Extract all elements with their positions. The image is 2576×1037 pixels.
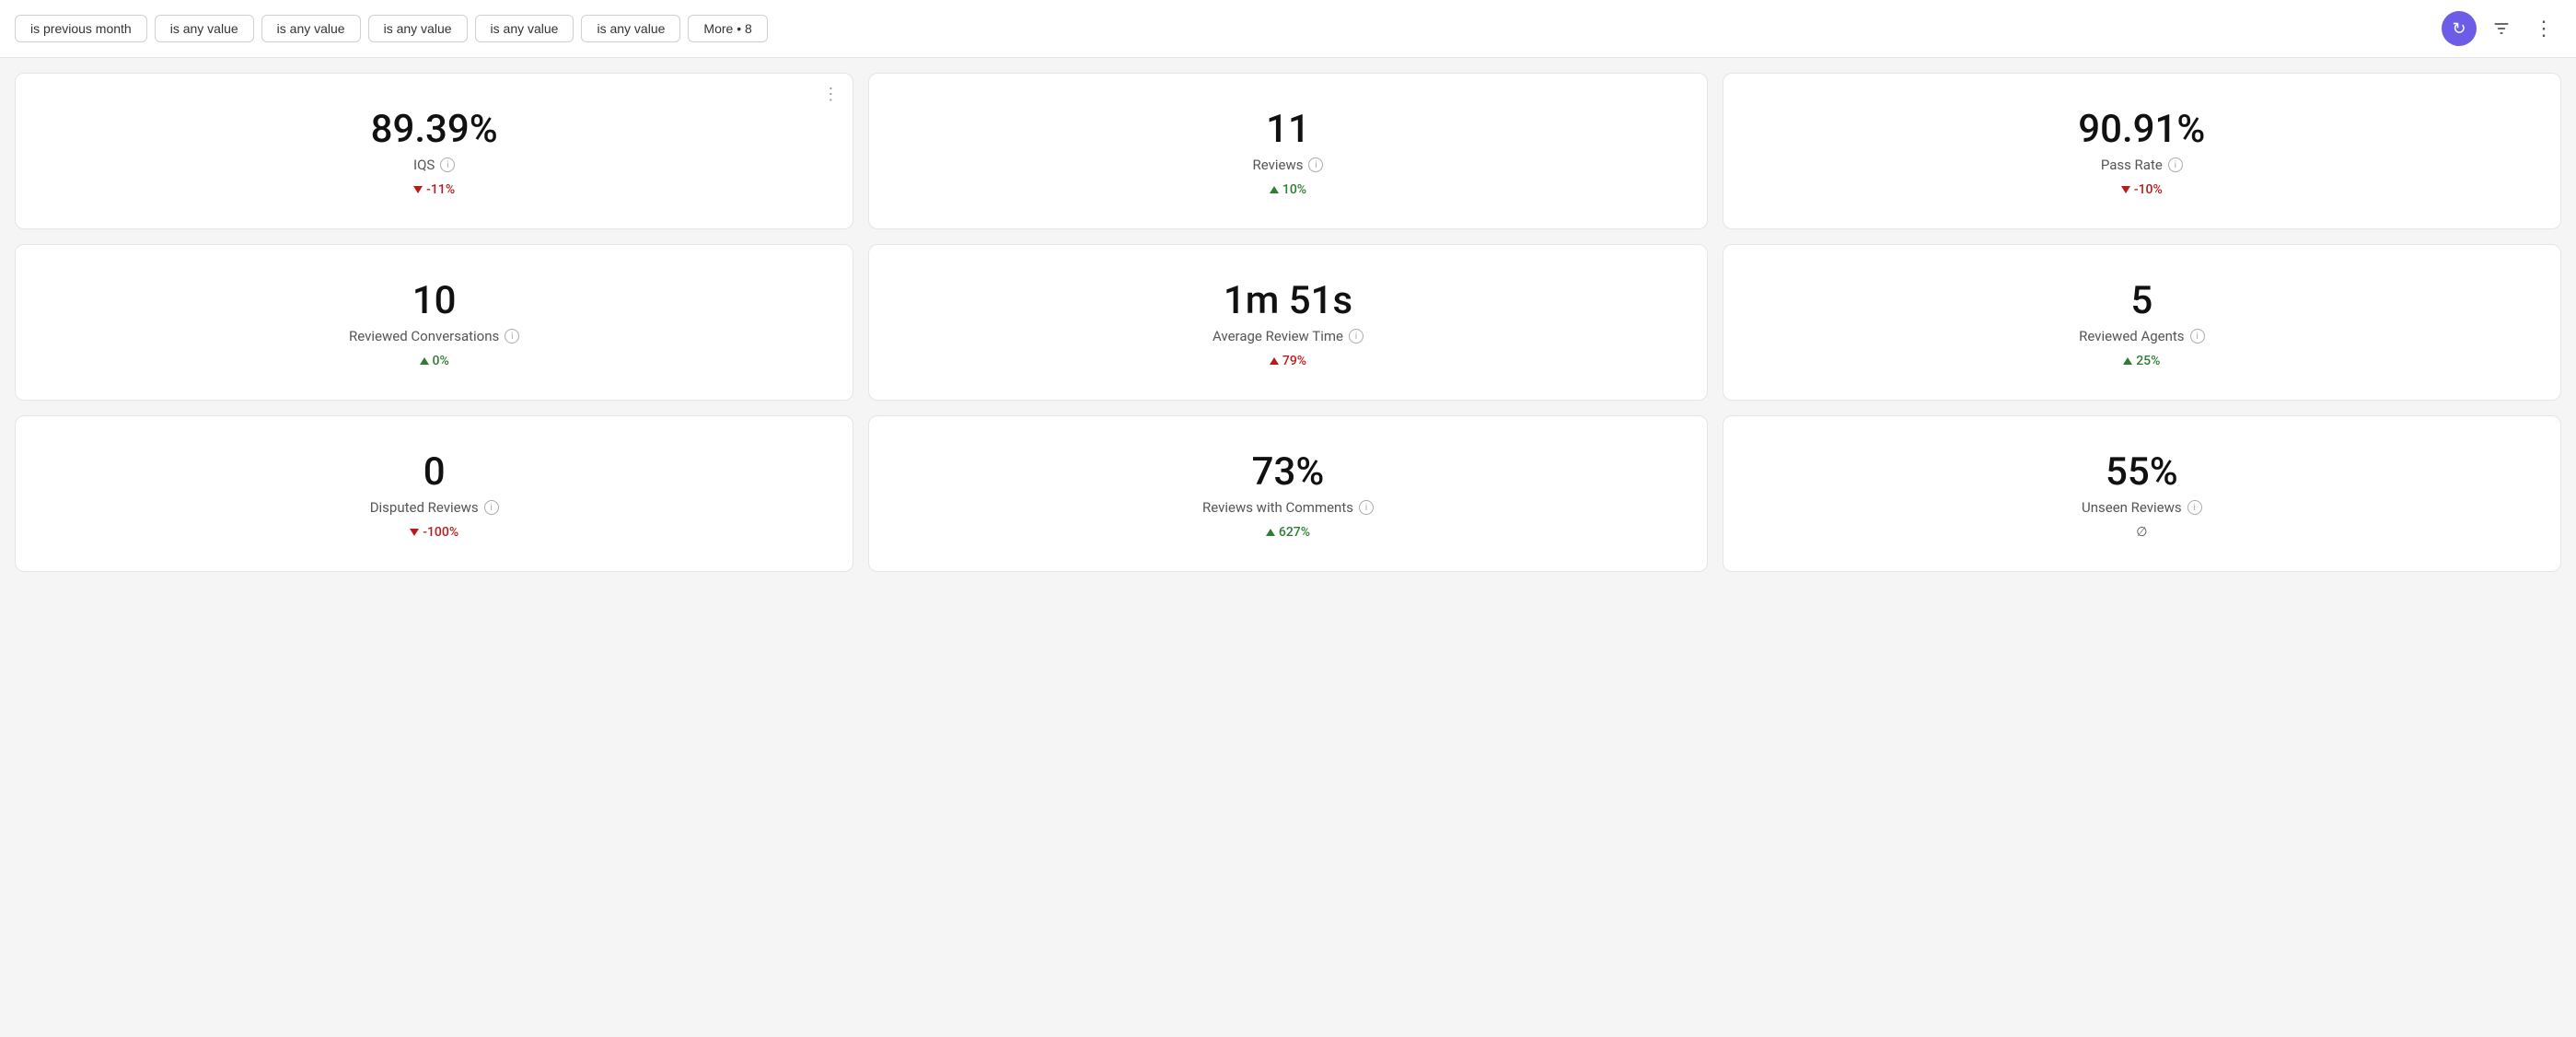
change-value: 10% <box>1282 182 1306 197</box>
change-up-icon <box>1270 186 1279 193</box>
metric-label-text: Reviewed Conversations <box>349 328 499 344</box>
filter-chip-3[interactable]: is any value <box>368 15 468 42</box>
filter-chip-0[interactable]: is previous month <box>15 15 147 42</box>
info-icon[interactable]: i <box>484 500 499 515</box>
info-icon[interactable]: i <box>1308 157 1323 172</box>
more-filters-button[interactable]: More • 8 <box>688 15 767 42</box>
change-up-warn-icon <box>1270 357 1279 365</box>
filter-chip-2[interactable]: is any value <box>261 15 361 42</box>
metric-change: 627% <box>1266 525 1310 540</box>
metric-value: 90.91% <box>2078 109 2205 151</box>
filter-chip-4[interactable]: is any value <box>475 15 574 42</box>
metric-change: 25% <box>2123 354 2160 368</box>
info-icon[interactable]: i <box>1349 329 1363 344</box>
metric-value: 0 <box>424 451 446 494</box>
filter-chip-1[interactable]: is any value <box>155 15 254 42</box>
metric-value: 73% <box>1252 451 1325 494</box>
change-up-icon <box>420 357 429 365</box>
metric-card-3: 10 Reviewed Conversations i 0% <box>15 244 853 401</box>
change-down-icon <box>413 186 423 193</box>
metric-card-7: 73% Reviews with Comments i 627% <box>868 415 1707 572</box>
change-value: -11% <box>426 182 455 197</box>
card-menu-icon[interactable]: ⋮ <box>822 85 840 104</box>
metric-card-1: 11 Reviews i10% <box>868 73 1707 229</box>
change-value: -100% <box>423 525 458 540</box>
change-up-icon <box>1266 529 1275 536</box>
metric-label-text: IQS <box>413 157 435 173</box>
metric-label: Unseen Reviews i <box>2082 499 2202 516</box>
info-icon[interactable]: i <box>2187 500 2202 515</box>
metric-label: Pass Rate i <box>2101 157 2183 173</box>
metric-change: -11% <box>413 182 455 197</box>
change-value: 79% <box>1282 354 1306 368</box>
metric-label-text: Unseen Reviews <box>2082 499 2182 516</box>
metric-value: 10 <box>412 280 457 322</box>
metric-label: Reviews with Comments i <box>1202 499 1374 516</box>
change-value: 627% <box>1279 525 1310 540</box>
filter-button[interactable] <box>2484 11 2519 46</box>
metric-value: 5 <box>2130 280 2152 322</box>
metric-change: 79% <box>1270 354 1306 368</box>
metrics-grid: ⋮89.39%IQSi-11%11Reviewsi10%90.91%Pass R… <box>0 58 2576 587</box>
metric-card-6: 0 Disputed Reviews i -100% <box>15 415 853 572</box>
metric-label-text: Reviewed Agents <box>2079 328 2184 344</box>
metric-value: 89.39% <box>371 109 498 151</box>
metric-label: Average Review Time i <box>1213 328 1363 344</box>
metric-card-8: 55% Unseen Reviews i ∅ <box>1723 415 2561 572</box>
filter-chip-5[interactable]: is any value <box>581 15 680 42</box>
metric-value: 55% <box>2106 451 2178 494</box>
change-value: ∅ <box>2136 525 2147 540</box>
metric-change: -100% <box>410 525 458 540</box>
change-down-icon <box>410 529 419 536</box>
metric-value: 11 <box>1266 109 1310 151</box>
metric-label: IQS i <box>413 157 455 173</box>
metric-card-4: 1m 51s Average Review Time i 79% <box>868 244 1707 401</box>
metric-label-text: Disputed Reviews <box>370 499 479 516</box>
metric-label-text: Reviews <box>1253 157 1304 173</box>
change-down-icon <box>2121 186 2130 193</box>
metric-label-text: Reviews with Comments <box>1202 499 1353 516</box>
change-value: 25% <box>2136 354 2160 368</box>
metric-card-5: 5 Reviewed Agents i 25% <box>1723 244 2561 401</box>
metric-value: 1m 51s <box>1224 280 1352 322</box>
metric-label: Reviewed Agents i <box>2079 328 2204 344</box>
metric-change: ∅ <box>2136 525 2147 540</box>
change-value: -10% <box>2134 182 2163 197</box>
metric-change: 0% <box>420 354 449 368</box>
metric-label: Reviewed Conversations i <box>349 328 519 344</box>
change-value: 0% <box>433 354 449 368</box>
filter-bar: is previous month is any value is any valu… <box>0 0 2576 58</box>
metric-change: 10% <box>1270 182 1306 197</box>
metric-card-0: ⋮ 89.39% IQS i -11% <box>15 73 853 229</box>
info-icon[interactable]: i <box>2168 157 2183 172</box>
metric-label-text: Average Review Time <box>1213 328 1343 344</box>
info-icon[interactable]: i <box>1359 500 1374 515</box>
metric-label-text: Pass Rate <box>2101 157 2163 173</box>
info-icon[interactable]: i <box>2190 329 2205 344</box>
metric-card-2: 90.91% Pass Rate i -10% <box>1723 73 2561 229</box>
info-icon[interactable]: i <box>440 157 455 172</box>
metric-change: -10% <box>2121 182 2163 197</box>
metric-label: Reviews i <box>1253 157 1324 173</box>
more-options-button[interactable]: ⋮ <box>2526 11 2561 46</box>
change-up-icon <box>2123 357 2132 365</box>
refresh-button[interactable]: ↻ <box>2442 11 2477 46</box>
info-icon[interactable]: i <box>505 329 519 344</box>
metric-label: Disputed Reviews i <box>370 499 499 516</box>
